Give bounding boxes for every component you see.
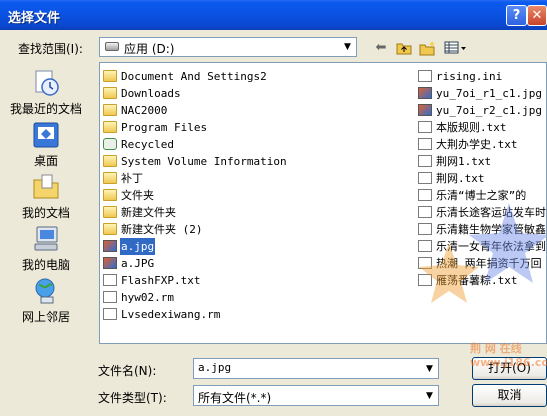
image-file-icon bbox=[103, 240, 117, 252]
file-name: Recycled bbox=[121, 138, 174, 151]
place-label: 我最近的文档 bbox=[9, 102, 82, 116]
folder-icon bbox=[103, 121, 117, 133]
folder-icon bbox=[103, 104, 117, 116]
image-file-icon bbox=[103, 257, 117, 269]
document-icon bbox=[418, 138, 432, 150]
document-icon bbox=[103, 274, 117, 286]
document-icon bbox=[418, 70, 432, 82]
place-label: 我的文档 bbox=[21, 206, 70, 220]
folder-icon bbox=[103, 87, 117, 99]
place-label: 桌面 bbox=[33, 154, 58, 168]
lookin-value: 应用 (D:) bbox=[124, 42, 175, 56]
file-name: Lvsedexiwang.rm bbox=[121, 308, 221, 321]
file-name: System Volume Information bbox=[121, 155, 287, 168]
filetype-label: 文件类型(T): bbox=[98, 391, 167, 405]
folder-icon bbox=[103, 155, 117, 167]
place-label: 网上邻居 bbox=[21, 310, 70, 324]
file-name: Document And Settings2 bbox=[121, 70, 267, 83]
my-computer-icon bbox=[34, 226, 58, 251]
place-label: 我的电脑 bbox=[21, 258, 70, 272]
chevron-down-icon[interactable]: ▼ bbox=[421, 387, 438, 405]
folder-icon bbox=[103, 189, 117, 201]
help-button[interactable]: ? bbox=[506, 5, 527, 26]
file-name: 本版规则.txt bbox=[436, 121, 507, 134]
place-my-computer[interactable]: 我的电脑 bbox=[0, 224, 92, 273]
filename-value: a.jpg bbox=[198, 361, 232, 374]
lookin-label: 查找范围(I): bbox=[18, 42, 83, 56]
image-file-icon bbox=[418, 87, 432, 99]
file-name: yu_7oi_r1_c1.jpg bbox=[436, 87, 542, 100]
file-name: a.jpg bbox=[120, 238, 156, 255]
place-my-documents[interactable]: 我的文档 bbox=[0, 172, 92, 221]
file-name: yu_7oi_r2_c1.jpg bbox=[436, 104, 542, 117]
file-name: 补丁 bbox=[121, 172, 143, 185]
window-title: 选择文件 bbox=[8, 11, 61, 26]
file-name: hyw02.rm bbox=[121, 291, 174, 304]
places-bar: 我最近的文档 桌面 我的文档 我的电脑 网上邻居 bbox=[0, 62, 92, 344]
document-icon bbox=[418, 121, 432, 133]
file-name: Program Files bbox=[121, 121, 208, 134]
recycle-bin-icon bbox=[103, 138, 117, 150]
network-places-icon bbox=[35, 278, 55, 304]
place-recent-documents[interactable]: 我最近的文档 bbox=[0, 68, 92, 117]
drive-icon bbox=[105, 42, 119, 51]
document-icon bbox=[103, 291, 117, 303]
back-arrow-icon[interactable]: ⬅ bbox=[373, 40, 389, 56]
desktop-icon bbox=[33, 122, 59, 148]
file-name: 新建文件夹 bbox=[121, 206, 176, 219]
file-name: 文件夹 bbox=[121, 189, 154, 202]
watermark-text: 荆 网 在线 www.j186.com bbox=[470, 342, 547, 369]
chevron-down-icon[interactable]: ▼ bbox=[339, 38, 356, 56]
new-folder-icon[interactable] bbox=[419, 40, 435, 56]
filetype-value: 所有文件(*.*) bbox=[198, 391, 272, 405]
folder-icon bbox=[103, 172, 117, 184]
chevron-down-icon[interactable]: ▼ bbox=[421, 360, 438, 378]
view-menu-icon[interactable] bbox=[443, 40, 469, 56]
file-name: a.JPG bbox=[121, 257, 155, 270]
title-bar[interactable]: 选择文件 ? ✕ bbox=[0, 0, 547, 30]
up-folder-icon[interactable] bbox=[396, 40, 412, 56]
close-button[interactable]: ✕ bbox=[527, 5, 547, 26]
lookin-dropdown[interactable]: 应用 (D:) ▼ bbox=[99, 37, 357, 57]
recent-documents-icon bbox=[35, 70, 59, 96]
file-name: FlashFXP.txt bbox=[121, 274, 201, 287]
file-list[interactable]: Document And Settings2 Downloads NAC2000 Pr… bbox=[99, 62, 547, 344]
place-network[interactable]: 网上邻居 bbox=[0, 276, 92, 325]
place-desktop[interactable]: 桌面 bbox=[0, 120, 92, 169]
cancel-button[interactable]: 取消 bbox=[472, 384, 547, 407]
document-icon bbox=[103, 308, 117, 320]
watermark-star-image bbox=[409, 183, 546, 333]
folder-icon bbox=[103, 223, 117, 235]
file-name: Downloads bbox=[121, 87, 181, 100]
filename-input[interactable]: a.jpg ▼ bbox=[193, 358, 439, 379]
document-icon bbox=[418, 155, 432, 167]
folder-icon bbox=[103, 70, 117, 82]
file-name: 大荆办学史.txt bbox=[436, 138, 518, 151]
file-name: rising.ini bbox=[436, 70, 503, 83]
my-documents-icon bbox=[33, 174, 59, 199]
image-file-icon bbox=[418, 104, 432, 116]
filetype-dropdown[interactable]: 所有文件(*.*) ▼ bbox=[193, 385, 439, 406]
file-name: 新建文件夹 (2) bbox=[121, 223, 203, 236]
file-name: NAC2000 bbox=[121, 104, 168, 117]
file-name: 荆网1.txt bbox=[436, 155, 492, 168]
folder-icon bbox=[103, 206, 117, 218]
filename-label: 文件名(N): bbox=[98, 364, 157, 378]
